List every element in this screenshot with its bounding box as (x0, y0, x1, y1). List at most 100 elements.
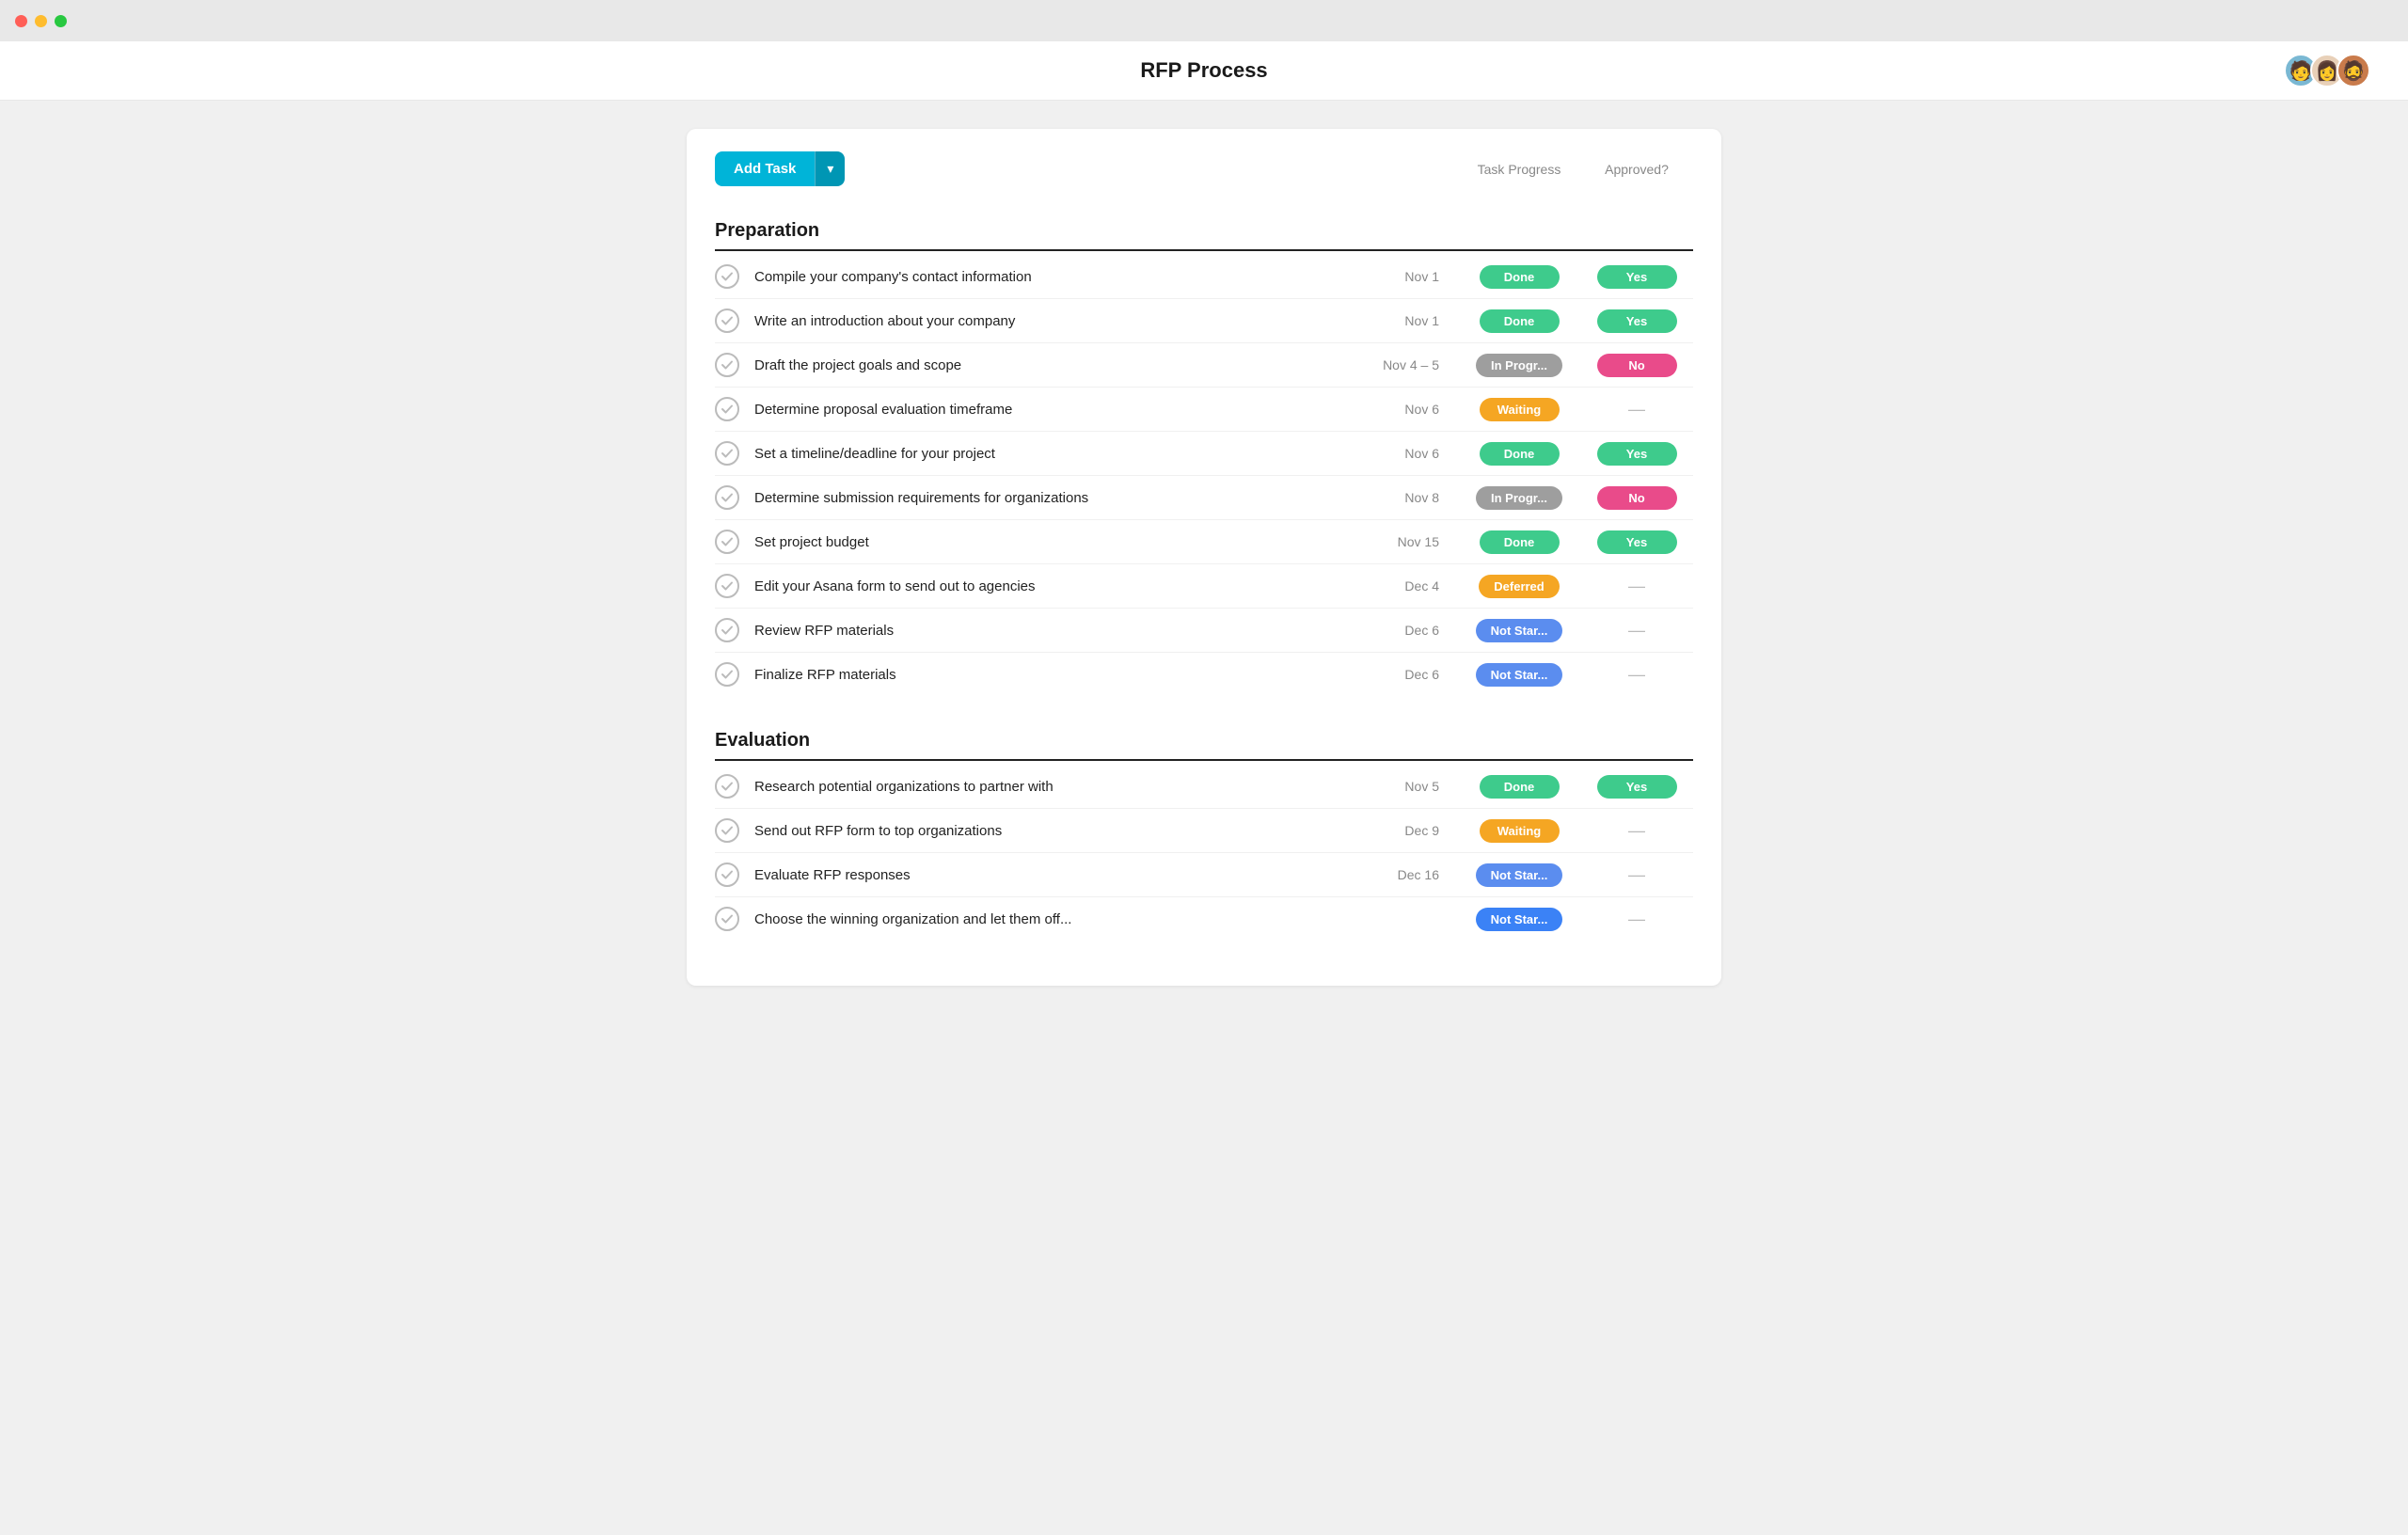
task-check-icon[interactable] (715, 397, 739, 421)
task-panel: Add Task ▾ Task Progress Approved? Prepa… (687, 129, 1721, 986)
column-headers: Task Progress Approved? (1458, 162, 1693, 177)
task-name: Finalize RFP materials (754, 667, 1345, 683)
task-progress-cell: Waiting (1458, 398, 1580, 421)
sections-container: PreparationCompile your company's contac… (715, 209, 1693, 941)
progress-badge[interactable]: Done (1480, 309, 1560, 333)
task-name: Research potential organizations to part… (754, 779, 1345, 795)
approved-badge[interactable]: Yes (1597, 309, 1677, 333)
close-button[interactable] (15, 15, 27, 27)
task-check-icon[interactable] (715, 264, 739, 289)
progress-badge[interactable]: Not Star... (1476, 863, 1563, 887)
task-check-icon[interactable] (715, 309, 739, 333)
task-date: Nov 6 (1345, 402, 1439, 417)
task-check-icon[interactable] (715, 818, 739, 843)
table-row[interactable]: Set a timeline/deadline for your project… (715, 432, 1693, 476)
table-row[interactable]: Edit your Asana form to send out to agen… (715, 564, 1693, 609)
table-row[interactable]: Send out RFP form to top organizationsDe… (715, 809, 1693, 853)
task-approved-cell: — (1580, 910, 1693, 929)
section-evaluation: Evaluation Research potential organizatio… (715, 719, 1693, 941)
table-row[interactable]: Choose the winning organization and let … (715, 897, 1693, 941)
progress-badge[interactable]: In Progr... (1476, 486, 1562, 510)
task-check-icon[interactable] (715, 530, 739, 554)
table-row[interactable]: Determine submission requirements for or… (715, 476, 1693, 520)
task-approved-cell: — (1580, 865, 1693, 885)
progress-badge[interactable]: Waiting (1480, 398, 1560, 421)
minimize-button[interactable] (35, 15, 47, 27)
table-row[interactable]: Compile your company's contact informati… (715, 255, 1693, 299)
section-preparation: PreparationCompile your company's contac… (715, 209, 1693, 696)
progress-badge[interactable]: Done (1480, 442, 1560, 466)
approved-dash: — (1628, 665, 1645, 685)
approved-badge[interactable]: Yes (1597, 775, 1677, 799)
progress-badge[interactable]: Not Star... (1476, 619, 1563, 642)
task-date: Nov 4 – 5 (1345, 357, 1439, 372)
task-check-icon[interactable] (715, 774, 739, 799)
table-row[interactable]: Evaluate RFP responsesDec 16 Not Star... — (715, 853, 1693, 897)
approved-badge[interactable]: No (1597, 354, 1677, 377)
avatar-3[interactable]: 🧔 (2337, 54, 2370, 87)
task-approved-cell: Yes (1580, 442, 1693, 466)
task-approved-cell: — (1580, 400, 1693, 419)
table-row[interactable]: Draft the project goals and scopeNov 4 –… (715, 343, 1693, 388)
task-progress-cell: Not Star... (1458, 908, 1580, 931)
task-check-icon[interactable] (715, 662, 739, 687)
table-row[interactable]: Set project budgetNov 15DoneYes (715, 520, 1693, 564)
task-name: Edit your Asana form to send out to agen… (754, 578, 1345, 594)
task-check-icon[interactable] (715, 353, 739, 377)
task-check-icon[interactable] (715, 907, 739, 931)
task-name: Determine proposal evaluation timeframe (754, 402, 1345, 418)
task-approved-cell: Yes (1580, 775, 1693, 799)
progress-badge[interactable]: Not Star... (1476, 908, 1563, 931)
table-row[interactable]: Write an introduction about your company… (715, 299, 1693, 343)
add-task-dropdown-button[interactable]: ▾ (815, 151, 845, 186)
task-progress-cell: In Progr... (1458, 486, 1580, 510)
title-bar (0, 0, 2408, 41)
progress-badge[interactable]: Waiting (1480, 819, 1560, 843)
task-check-icon[interactable] (715, 862, 739, 887)
app-header: RFP Process 🧑 👩 🧔 (0, 41, 2408, 101)
approved-badge[interactable]: No (1597, 486, 1677, 510)
progress-badge[interactable]: Done (1480, 530, 1560, 554)
task-check-icon[interactable] (715, 574, 739, 598)
col-header-progress: Task Progress (1458, 162, 1580, 177)
table-row[interactable]: Finalize RFP materialsDec 6 Not Star... — (715, 653, 1693, 696)
approved-dash: — (1628, 821, 1645, 841)
task-name: Determine submission requirements for or… (754, 490, 1345, 506)
task-check-icon[interactable] (715, 441, 739, 466)
task-date: Dec 6 (1345, 667, 1439, 682)
task-date: Nov 1 (1345, 269, 1439, 284)
task-approved-cell: — (1580, 821, 1693, 841)
approved-badge[interactable]: Yes (1597, 530, 1677, 554)
task-name: Choose the winning organization and let … (754, 911, 1345, 927)
progress-badge[interactable]: Not Star... (1476, 663, 1563, 687)
task-date: Dec 16 (1345, 867, 1439, 882)
task-date: Nov 5 (1345, 779, 1439, 794)
task-progress-cell: Waiting (1458, 819, 1580, 843)
approved-badge[interactable]: Yes (1597, 265, 1677, 289)
task-check-icon[interactable] (715, 618, 739, 642)
add-task-button[interactable]: Add Task (715, 151, 815, 186)
table-row[interactable]: Determine proposal evaluation timeframeN… (715, 388, 1693, 432)
task-name: Set a timeline/deadline for your project (754, 446, 1345, 462)
approved-badge[interactable]: Yes (1597, 442, 1677, 466)
maximize-button[interactable] (55, 15, 67, 27)
add-task-group: Add Task ▾ (715, 151, 845, 186)
progress-badge[interactable]: Deferred (1479, 575, 1559, 598)
task-name: Evaluate RFP responses (754, 867, 1345, 883)
task-date: Dec 4 (1345, 578, 1439, 593)
approved-dash: — (1628, 865, 1645, 885)
task-date: Nov 15 (1345, 534, 1439, 549)
table-row[interactable]: Review RFP materialsDec 6Not Star...— (715, 609, 1693, 653)
progress-badge[interactable]: Done (1480, 265, 1560, 289)
progress-badge[interactable]: Done (1480, 775, 1560, 799)
table-row[interactable]: Research potential organizations to part… (715, 765, 1693, 809)
task-name: Review RFP materials (754, 623, 1345, 639)
task-name: Compile your company's contact informati… (754, 269, 1345, 285)
progress-badge[interactable]: In Progr... (1476, 354, 1562, 377)
section-title-evaluation: Evaluation (715, 719, 1693, 761)
approved-dash: — (1628, 621, 1645, 641)
task-approved-cell: — (1580, 621, 1693, 641)
task-check-icon[interactable] (715, 485, 739, 510)
task-date: Nov 1 (1345, 313, 1439, 328)
task-approved-cell: — (1580, 577, 1693, 596)
